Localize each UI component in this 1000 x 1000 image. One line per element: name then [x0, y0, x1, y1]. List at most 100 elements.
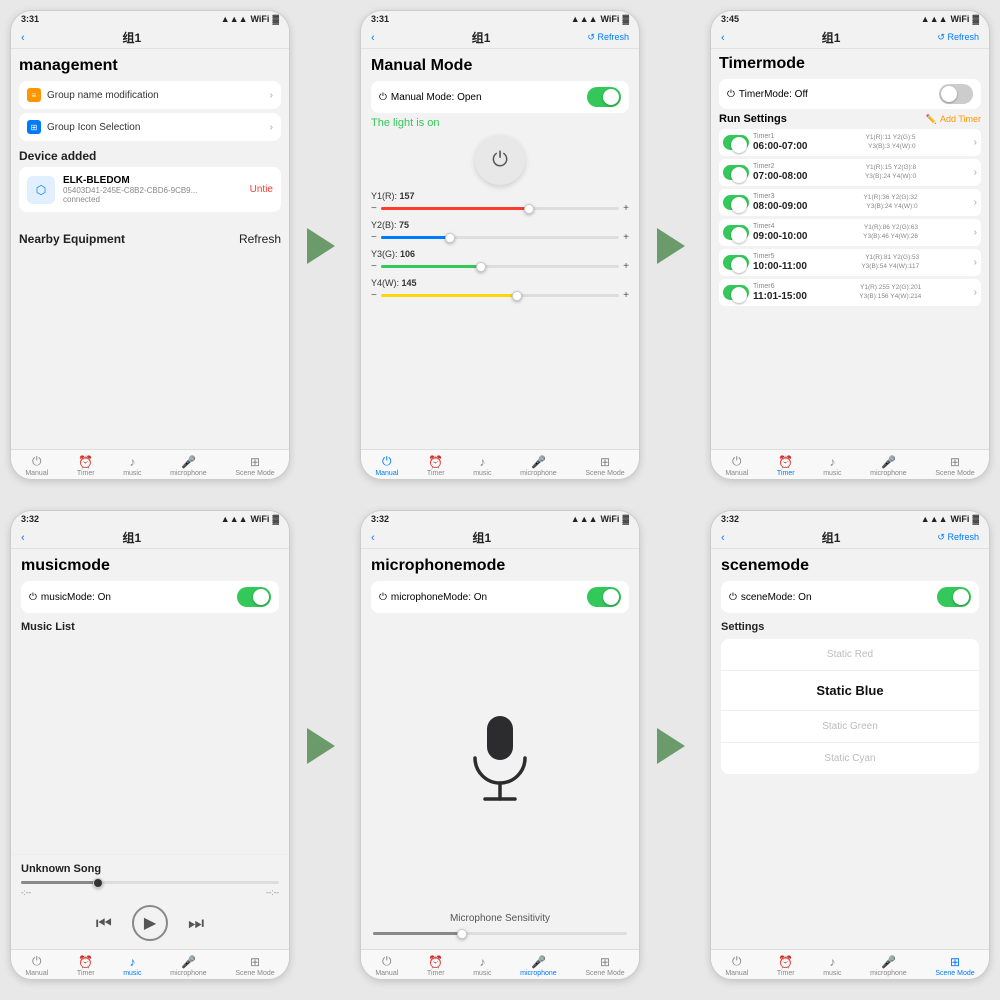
device-untie[interactable]: Untie [250, 184, 273, 195]
timer5-time: 10:00-11:00 [753, 261, 807, 272]
nav-manual-p2[interactable]: ⏻ Manual [375, 454, 398, 477]
wifi-p5: WiFi [601, 514, 620, 524]
thumb-y2b[interactable] [445, 233, 455, 243]
nav-scene-icon-p4: ⊞ [250, 955, 260, 969]
song-progress-thumb[interactable] [93, 878, 103, 888]
nav-back-p2[interactable]: ‹ [371, 32, 375, 44]
scene-static-red[interactable]: Static Red [721, 639, 979, 671]
nav-manual-p4[interactable]: ⏻ Manual [25, 954, 48, 977]
group-icon-row[interactable]: ⊞ Group Icon Selection › [19, 113, 281, 141]
nav-timer-icon-p6: ⏰ [778, 955, 793, 969]
group-icon-chevron: › [270, 122, 273, 133]
scene-static-cyan[interactable]: Static Cyan [721, 743, 979, 774]
prev-button[interactable]: ⏮ [96, 913, 112, 934]
timer1-toggle[interactable] [723, 135, 749, 150]
nav-back-p3[interactable]: ‹ [721, 32, 725, 44]
timer-mode-toggle[interactable] [939, 84, 973, 104]
timer-row-6[interactable]: Timer6 11:01-15:00 Y1(R):255 Y2(G):201 Y… [719, 279, 981, 306]
timer-row-1[interactable]: Timer1 06:00-07:00 Y1(R):11 Y2(G):5 Y3(B… [719, 129, 981, 156]
timer6-toggle[interactable] [723, 285, 749, 300]
plus-y4w[interactable]: + [623, 290, 629, 301]
nav-music-p3[interactable]: ♪ music [823, 455, 841, 477]
nav-scene-p1[interactable]: ⊞ Scene Mode [235, 455, 274, 477]
nav-mic-p5[interactable]: 🎤 microphone [520, 955, 557, 977]
sensitivity-fill [373, 932, 462, 935]
nav-manual-p1[interactable]: ⏻ Manual [25, 454, 48, 477]
nav-bar-p4: ‹ 组1 [11, 527, 289, 549]
add-timer-btn[interactable]: ✏️ Add Timer [926, 114, 981, 125]
nav-refresh-p6[interactable]: ↺ Refresh [937, 532, 979, 543]
plus-y2b[interactable]: + [623, 232, 629, 243]
minus-y1r[interactable]: − [371, 203, 377, 214]
next-button[interactable]: ⏭ [188, 913, 204, 934]
nav-mic-p6[interactable]: 🎤 microphone [870, 955, 907, 977]
nav-music-p5[interactable]: ♪ music [473, 955, 491, 977]
nav-mic-p4[interactable]: 🎤 microphone [170, 955, 207, 977]
nav-back-p1[interactable]: ‹ [21, 32, 25, 44]
nav-timer-p2[interactable]: ⏰ Timer [427, 455, 445, 477]
timer-row-4[interactable]: Timer4 09:00-10:00 Y1(R):86 Y2(G):63 Y3(… [719, 219, 981, 246]
nav-music-p4[interactable]: ♪ music [123, 955, 141, 977]
timer3-chevron: › [974, 197, 977, 208]
nav-music-p1[interactable]: ♪ music [123, 455, 141, 477]
nav-mic-p3[interactable]: 🎤 microphone [870, 455, 907, 477]
thumb-y4w[interactable] [512, 291, 522, 301]
minus-y2b[interactable]: − [371, 232, 377, 243]
sensitivity-thumb[interactable] [457, 929, 467, 939]
group-name-icon: ≡ [27, 88, 41, 102]
minus-y3g[interactable]: − [371, 261, 377, 272]
scene-static-blue[interactable]: Static Blue [721, 671, 979, 711]
power-button[interactable]: ⏻ [475, 135, 525, 185]
refresh-label-p1[interactable]: Refresh [239, 232, 281, 246]
manual-mode-row: ⏻ Manual Mode: Open [379, 92, 482, 103]
timer-row-3[interactable]: Timer3 08:00-09:00 Y1(R):36 Y2(G):32 Y3(… [719, 189, 981, 216]
light-status: The light is on [371, 117, 629, 129]
minus-y4w[interactable]: − [371, 290, 377, 301]
nav-back-p6[interactable]: ‹ [721, 532, 725, 544]
track-y3g [381, 265, 619, 268]
scene-static-green[interactable]: Static Green [721, 711, 979, 743]
nav-refresh-p3[interactable]: ↺ Refresh [937, 32, 979, 43]
mic-mode-toggle[interactable] [587, 587, 621, 607]
nav-back-p4[interactable]: ‹ [21, 532, 25, 544]
nav-scene-p3[interactable]: ⊞ Scene Mode [935, 455, 974, 477]
nav-timer-p3[interactable]: ⏰ Timer [777, 455, 795, 477]
nav-scene-p5[interactable]: ⊞ Scene Mode [585, 955, 624, 977]
thumb-y3g[interactable] [476, 262, 486, 272]
plus-y1r[interactable]: + [623, 203, 629, 214]
nav-timer-p5[interactable]: ⏰ Timer [427, 955, 445, 977]
nav-back-p5[interactable]: ‹ [371, 532, 375, 544]
scene-mode-toggle[interactable] [937, 587, 971, 607]
timer2-toggle[interactable] [723, 165, 749, 180]
nav-scene-p6[interactable]: ⊞ Scene Mode [935, 955, 974, 977]
timer4-time: 09:00-10:00 [753, 231, 807, 242]
timer-row-2[interactable]: Timer2 07:00-08:00 Y1(R):15 Y2(G):8 Y3(B… [719, 159, 981, 186]
nav-timer-p6[interactable]: ⏰ Timer [777, 955, 795, 977]
nav-scene-p2[interactable]: ⊞ Scene Mode [585, 455, 624, 477]
nav-mic-p2[interactable]: 🎤 microphone [520, 455, 557, 477]
nav-manual-p5[interactable]: ⏻ Manual [375, 954, 398, 977]
timer5-toggle[interactable] [723, 255, 749, 270]
nav-timer-p1[interactable]: ⏰ Timer [77, 455, 95, 477]
slider-y4w: Y4(W): 145 − + [371, 278, 629, 301]
group-name-row[interactable]: ≡ Group name modification › [19, 81, 281, 109]
nav-music-p2[interactable]: ♪ music [473, 455, 491, 477]
nav-manual-p6[interactable]: ⏻ Manual [725, 954, 748, 977]
play-button[interactable]: ▶ [132, 905, 168, 941]
nav-scene-p4[interactable]: ⊞ Scene Mode [235, 955, 274, 977]
plus-y3g[interactable]: + [623, 261, 629, 272]
nav-scene-label-p1: Scene Mode [235, 470, 274, 477]
nav-timer-p4[interactable]: ⏰ Timer [77, 955, 95, 977]
timer-row-5[interactable]: Timer5 10:00-11:00 Y1(R):81 Y2(G):53 Y3(… [719, 249, 981, 276]
nav-manual-p3[interactable]: ⏻ Manual [725, 454, 748, 477]
nav-mic-p1[interactable]: 🎤 microphone [170, 455, 207, 477]
phone-microphone: 3:32 ▲▲▲ WiFi ▓ ‹ 组1 microphonemode ⏻ mi… [360, 510, 640, 980]
timer3-toggle[interactable] [723, 195, 749, 210]
manual-mode-toggle[interactable] [587, 87, 621, 107]
nav-mic-label-p5: microphone [520, 970, 557, 977]
nav-refresh-p2[interactable]: ↺ Refresh [587, 32, 629, 43]
music-mode-toggle[interactable] [237, 587, 271, 607]
nav-music-p6[interactable]: ♪ music [823, 955, 841, 977]
timer4-toggle[interactable] [723, 225, 749, 240]
thumb-y1r[interactable] [524, 204, 534, 214]
